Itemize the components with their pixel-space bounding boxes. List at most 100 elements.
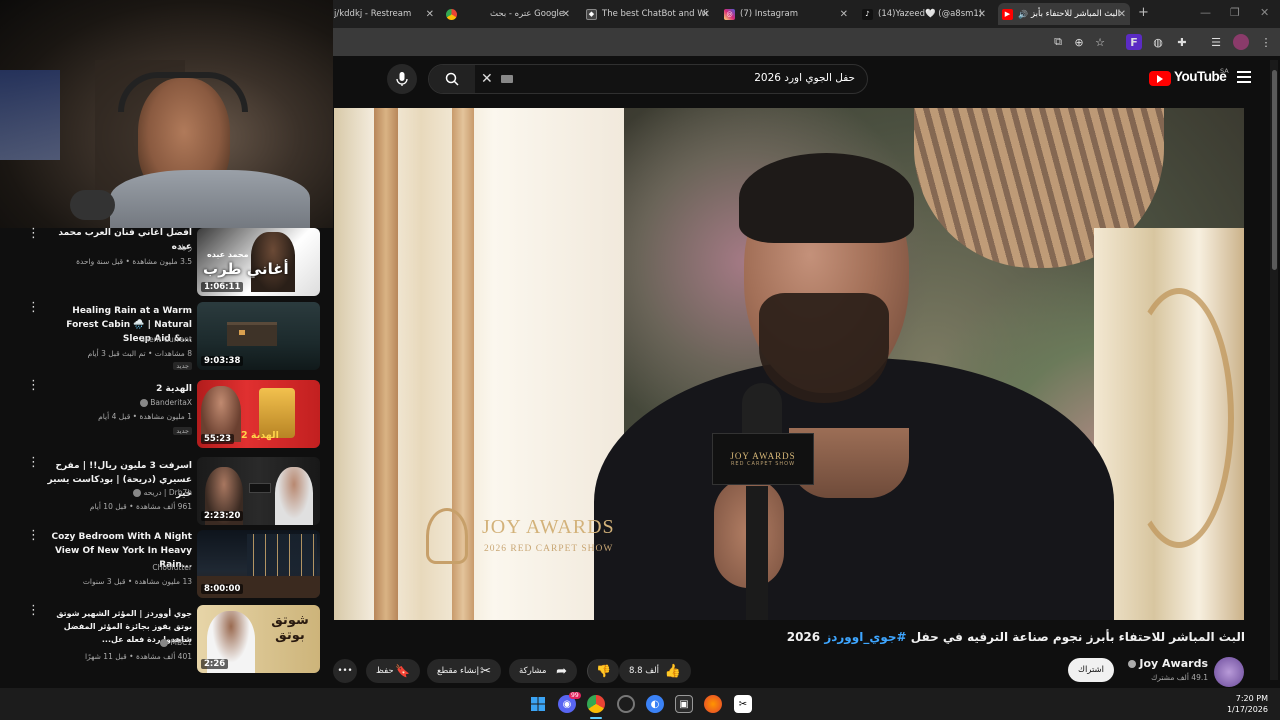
video-thumbnail[interactable]: 8:00:00 (197, 530, 320, 598)
search-input[interactable]: حفل الجوي اورد 2026 (754, 72, 855, 84)
youtube-logo-icon[interactable] (1149, 71, 1171, 86)
page-scrollbar[interactable] (1270, 60, 1278, 680)
like-button[interactable]: 8.8 ألف 👍 (619, 659, 691, 683)
new-badge: جديد (173, 427, 192, 435)
clear-search-icon[interactable]: ✕ (481, 71, 493, 87)
active-app-indicator (590, 717, 602, 719)
video-thumbnail[interactable]: أغاني طرب محمد عبده 1:06:11 (197, 228, 320, 296)
profile-avatar-icon[interactable] (1233, 34, 1249, 50)
video-thumbnail[interactable]: 9:03:38 (197, 302, 320, 370)
list-item[interactable]: ⋮ الهدية 2 BanderitaX 1 مليون مشاهدة • ق… (0, 379, 333, 452)
trophy-ring (1124, 288, 1234, 548)
tab-chrome[interactable] (446, 3, 466, 25)
subscriber-count: 49.1 ألف مشترك (1151, 673, 1208, 682)
more-options-icon[interactable]: ⋮ (27, 456, 40, 469)
close-window-button[interactable]: ✕ (1260, 6, 1269, 19)
close-icon[interactable]: ✕ (1118, 9, 1126, 20)
windows-logo-icon (531, 697, 545, 711)
bookmark-star-icon[interactable]: ☆ (1092, 34, 1108, 50)
channel-name[interactable]: MBC1 (32, 637, 192, 648)
more-options-icon[interactable]: ⋮ (27, 604, 40, 617)
channel-name[interactable]: Choolutter (32, 562, 192, 573)
capcut-icon[interactable]: ✂ (734, 695, 752, 713)
keyboard-icon[interactable] (501, 75, 513, 83)
channel-name[interactable]: BanderitaX (32, 397, 192, 408)
tab-google-search[interactable]: عتره - بحث Google ✕ (468, 3, 574, 25)
extensions-puzzle-icon[interactable]: ✚ (1174, 34, 1190, 50)
bookmark-icon: 🔖 (395, 664, 410, 678)
list-item[interactable]: ⋮ جوي أووردز | المؤثر الشهير شوتق بوتق ي… (0, 604, 333, 677)
search-box[interactable]: ✕ حفل الجوي اورد 2026 (428, 64, 868, 94)
video-title[interactable]: الهدية 2 (42, 382, 192, 396)
search-button[interactable] (429, 65, 475, 93)
extension-circle-icon[interactable]: ◍ (1150, 34, 1166, 50)
app-circle-icon[interactable]: ◐ (646, 695, 664, 713)
zoom-icon[interactable]: ⊕ (1071, 34, 1087, 50)
chrome-menu-icon[interactable]: ⋮ (1258, 34, 1274, 50)
dislike-button[interactable]: 👎 (587, 659, 619, 683)
tab-instagram[interactable]: ◎ (7) Instagram ✕ (724, 3, 852, 25)
new-tab-button[interactable]: + (1138, 5, 1149, 20)
windows-start-icon[interactable] (529, 695, 547, 713)
scrollbar-thumb[interactable] (1271, 70, 1277, 270)
more-options-icon[interactable]: ⋮ (27, 379, 40, 392)
more-options-icon[interactable]: ⋮ (27, 529, 40, 542)
list-item[interactable]: ⋮ Healing Rain at a Warm Forest Cabin 🌧️… (0, 301, 333, 374)
search-icon (445, 72, 459, 86)
close-icon[interactable]: ✕ (978, 9, 986, 20)
clip-button[interactable]: إنشاء مقطع ✂ (427, 659, 501, 683)
guide-menu-button[interactable] (1237, 71, 1251, 83)
youtube-logo-text[interactable]: YouTube (1174, 69, 1227, 84)
video-player[interactable]: JOY AWARDS RED CARPET SHOW JOY AWARDS 20… (334, 108, 1244, 620)
channel-name[interactable]: Joy Awards (1100, 657, 1208, 670)
subscribe-button[interactable]: اشتراك (1068, 658, 1114, 682)
minimize-button[interactable]: — (1200, 6, 1211, 19)
save-label: حفظ (376, 666, 394, 676)
video-title-year: 2026 (786, 630, 821, 644)
video-hashtag[interactable]: #جوي_اووردز (824, 630, 906, 644)
close-icon[interactable]: ✕ (840, 9, 848, 20)
webcam-shirt (110, 170, 310, 228)
more-options-icon[interactable]: ⋮ (27, 227, 40, 240)
chrome-taskbar-icon[interactable] (587, 695, 605, 713)
tab-tiktok[interactable]: ♪ (14)Yazeed🤍 (@a8sm1) ✕ (862, 3, 990, 25)
close-icon[interactable]: ✕ (426, 9, 434, 20)
mic-flag-sub: RED CARPET SHOW (730, 461, 796, 467)
list-item[interactable]: ⋮ افضل اغاني فنان العرب محمد عبده رحلة 3… (0, 227, 333, 300)
firefox-icon[interactable] (704, 695, 722, 713)
person-beard (759, 293, 889, 403)
voice-search-button[interactable] (387, 64, 417, 94)
tab-chatbot[interactable]: ◆ The best ChatBot and Wi ✕ (586, 3, 714, 25)
channel-name[interactable]: Silent Current (32, 334, 192, 345)
close-icon[interactable]: ✕ (702, 9, 710, 20)
close-icon[interactable]: ✕ (562, 9, 570, 20)
cast-icon[interactable]: ⧉ (1050, 34, 1066, 50)
clock-date: 1/17/2026 (1226, 705, 1268, 714)
save-button[interactable]: حفظ 🔖 (366, 659, 420, 683)
channel-name[interactable]: رحلة (32, 242, 192, 253)
thumbnail-text: الهدية 2 (241, 430, 279, 441)
tab-youtube-active[interactable]: ▶ 🔊 البث المباشر للاحتفاء بأبز ✕ (998, 3, 1130, 25)
channel-avatar[interactable] (1214, 657, 1244, 687)
more-actions-button[interactable]: ••• (333, 659, 357, 683)
clock[interactable]: 7:20 PM 1/17/2026 (1200, 693, 1268, 715)
maximize-button[interactable]: ❐ (1230, 6, 1240, 19)
more-options-icon[interactable]: ⋮ (27, 301, 40, 314)
tab-restream[interactable]: j/kddkj - Restream ✕ (334, 3, 438, 25)
video-thumbnail[interactable]: شوتق بوتق 2:26 (197, 605, 320, 673)
verified-icon (139, 399, 148, 407)
video-stats: 3.5 مليون مشاهدة • قبل سنة واحدة (76, 257, 192, 266)
reading-list-icon[interactable]: ☰ (1208, 34, 1224, 50)
app-box-icon[interactable]: ▣ (675, 695, 693, 713)
share-button[interactable]: مشاركة ➦ (509, 659, 577, 683)
list-item[interactable]: ⋮ اسرفت 3 مليون ريال!! | مفرح عسيري (دري… (0, 456, 333, 529)
list-item[interactable]: ⋮ Cozy Bedroom With A Night View Of New … (0, 529, 333, 602)
video-thumbnail[interactable]: الهدية 2 55:23 (197, 380, 320, 448)
tab-title: عتره - بحث Google (490, 9, 565, 19)
instagram-icon: ◎ (724, 8, 735, 20)
video-thumbnail[interactable]: 2:23:20 (197, 457, 320, 525)
verified-icon (133, 489, 142, 497)
extension-f-icon[interactable]: F (1126, 34, 1142, 50)
obs-icon[interactable] (617, 695, 635, 713)
channel-name[interactable]: Drb7h | دريحه (32, 487, 192, 498)
